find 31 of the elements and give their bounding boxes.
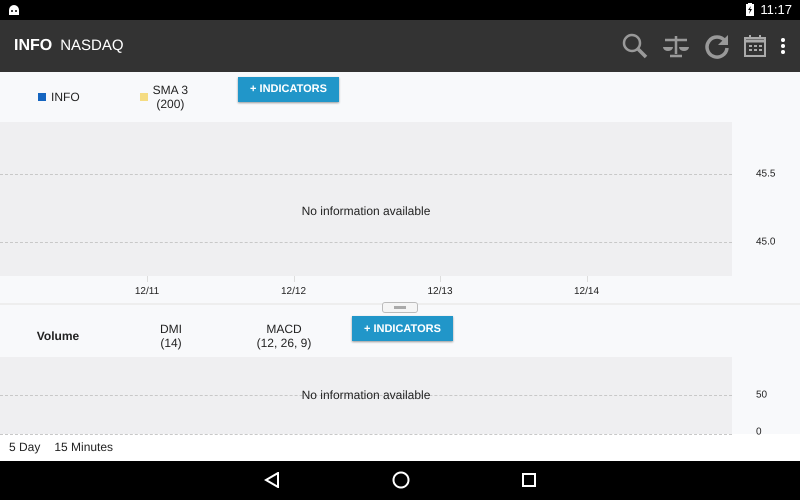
x-axis-label: 12/14 xyxy=(574,286,600,298)
y-axis-label: 45.5 xyxy=(756,168,776,180)
resize-handle[interactable] xyxy=(382,302,418,313)
calendar-icon[interactable] xyxy=(744,34,766,57)
exchange-name: NASDAQ xyxy=(60,37,124,54)
indicator-tab[interactable]: Volume xyxy=(10,329,106,344)
app-title: INFO xyxy=(14,36,52,55)
search-icon[interactable] xyxy=(622,32,648,59)
no-data-message: No information available xyxy=(300,388,432,402)
x-axis-label: 12/13 xyxy=(427,286,453,298)
indicator-tab[interactable]: DMI (14) xyxy=(123,322,219,350)
interval-label[interactable]: 15 Minutes xyxy=(54,440,114,454)
x-axis-label: 12/11 xyxy=(134,286,160,298)
no-data-message: No information available xyxy=(300,204,432,218)
range-label[interactable]: 5 Day xyxy=(9,440,40,454)
y-axis-label: 50 xyxy=(756,390,768,401)
battery-icon xyxy=(746,3,754,16)
y-axis-label: 0 xyxy=(756,426,762,438)
back-icon[interactable] xyxy=(264,472,280,488)
more-icon[interactable] xyxy=(780,38,786,54)
clock-time: 11:17 xyxy=(760,2,792,18)
refresh-icon[interactable] xyxy=(704,32,730,59)
indicator-tab[interactable]: MACD (12, 26, 9) xyxy=(236,322,332,350)
android-icon xyxy=(8,4,20,15)
x-axis-label: 12/12 xyxy=(280,286,306,298)
overview-icon[interactable] xyxy=(522,473,536,488)
home-icon[interactable] xyxy=(392,471,410,490)
y-axis-label: 45.0 xyxy=(756,236,776,248)
legend-label: INFO xyxy=(51,90,80,104)
scale-icon[interactable] xyxy=(662,34,690,58)
legend-label: SMA 3 (200) xyxy=(152,82,188,111)
